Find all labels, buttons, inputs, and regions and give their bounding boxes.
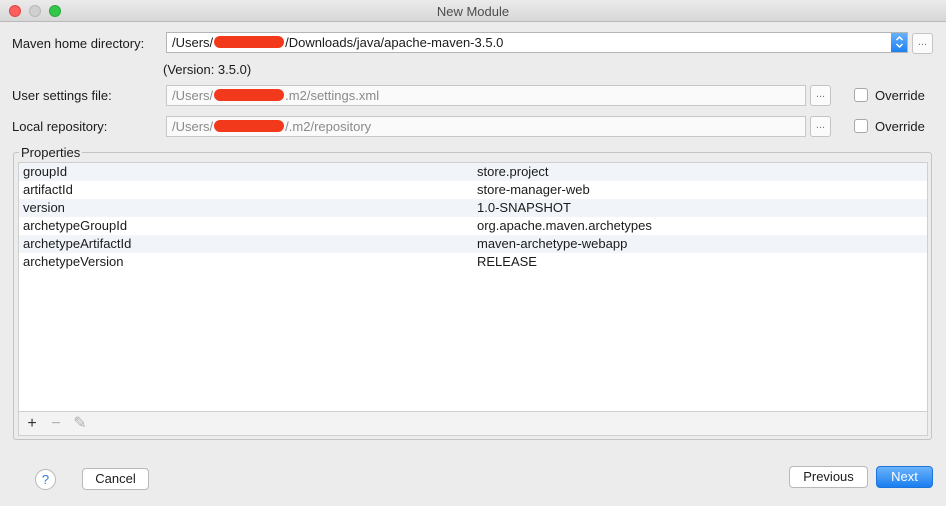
title-bar: New Module [0, 0, 946, 22]
property-value: store-manager-web [477, 182, 590, 197]
window-title: New Module [436, 4, 510, 19]
properties-table[interactable]: groupId store.project artifactId store-m… [18, 162, 928, 412]
table-row[interactable]: version 1.0-SNAPSHOT [19, 199, 927, 217]
property-key: version [23, 200, 65, 215]
property-key: groupId [23, 164, 68, 179]
property-value: 1.0-SNAPSHOT [477, 200, 571, 215]
maven-home-value-suffix: /Downloads/java/apache-maven-3.5.0 [285, 35, 504, 50]
user-settings-value-prefix: /Users/ [172, 88, 214, 103]
user-settings-browse-button[interactable]: ... [810, 85, 831, 106]
add-icon[interactable]: + [23, 415, 41, 433]
combobox-dropdown-icon[interactable] [891, 33, 907, 52]
local-repository-value-prefix: /Users/ [172, 119, 214, 134]
property-key: archetypeGroupId [23, 218, 128, 233]
properties-title: Properties [19, 145, 83, 160]
local-repository-override-label[interactable]: Override [875, 119, 925, 134]
local-repository-value-suffix: /.m2/repository [285, 119, 372, 134]
table-row[interactable]: archetypeVersion RELEASE [19, 253, 927, 271]
local-repository-override-checkbox[interactable] [854, 119, 868, 133]
property-value: maven-archetype-webapp [477, 236, 628, 251]
previous-button[interactable]: Previous [789, 466, 868, 488]
user-settings-override-checkbox[interactable] [854, 88, 868, 102]
help-button[interactable]: ? [35, 469, 56, 490]
remove-icon[interactable]: − [47, 415, 65, 433]
local-repository-label: Local repository: [12, 119, 108, 134]
cancel-button[interactable]: Cancel [82, 468, 149, 490]
table-row[interactable]: archetypeGroupId org.apache.maven.archet… [19, 217, 927, 235]
table-row[interactable]: groupId store.project [19, 163, 927, 181]
user-settings-field[interactable]: /Users/ .m2/settings.xml [166, 85, 806, 106]
redaction-mark [214, 36, 285, 48]
property-value: store.project [477, 164, 549, 179]
redaction-mark [214, 89, 285, 101]
next-button[interactable]: Next [876, 466, 933, 488]
new-module-dialog: New Module Maven home directory: /Users/… [0, 0, 946, 506]
maven-home-combobox[interactable]: /Users/ /Downloads/java/apache-maven-3.5.… [166, 32, 908, 53]
table-row[interactable]: archetypeArtifactId maven-archetype-weba… [19, 235, 927, 253]
maven-version-text: (Version: 3.5.0) [163, 62, 252, 77]
property-key: archetypeArtifactId [23, 236, 132, 251]
redaction-mark [214, 120, 285, 132]
property-key: archetypeVersion [23, 254, 124, 269]
user-settings-label: User settings file: [12, 88, 112, 103]
property-key: artifactId [23, 182, 73, 197]
local-repository-browse-button[interactable]: ... [810, 116, 831, 137]
local-repository-field[interactable]: /Users/ /.m2/repository [166, 116, 806, 137]
properties-toolbar: + − ✎ [18, 412, 928, 436]
user-settings-override-label[interactable]: Override [875, 88, 925, 103]
property-value: RELEASE [477, 254, 537, 269]
property-value: org.apache.maven.archetypes [477, 218, 652, 233]
maven-home-label: Maven home directory: [12, 36, 145, 51]
maven-home-browse-button[interactable]: ... [912, 33, 933, 54]
table-row[interactable]: artifactId store-manager-web [19, 181, 927, 199]
edit-icon[interactable]: ✎ [71, 415, 89, 433]
user-settings-value-suffix: .m2/settings.xml [285, 88, 380, 103]
maven-home-value-prefix: /Users/ [172, 35, 214, 50]
